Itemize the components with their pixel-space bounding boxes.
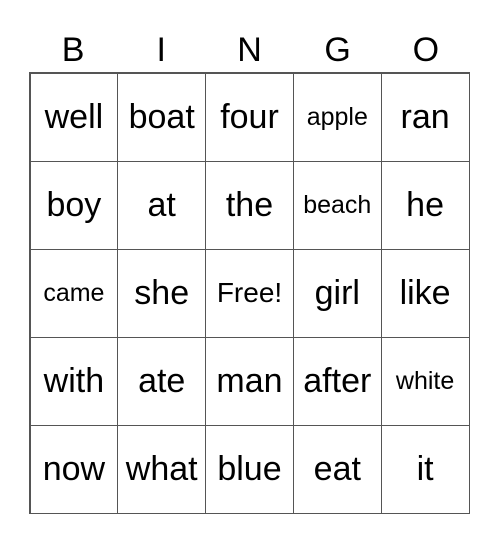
bingo-cell[interactable]: she <box>117 248 207 338</box>
bingo-cell[interactable]: white <box>380 336 470 426</box>
bingo-cell[interactable]: man <box>205 336 294 426</box>
bingo-cell[interactable]: came <box>29 248 119 338</box>
bingo-cell[interactable]: four <box>205 72 294 162</box>
bingo-cell[interactable]: like <box>380 248 470 338</box>
header-letter: I <box>156 31 166 69</box>
header-letter: O <box>412 31 440 69</box>
bingo-cell[interactable]: well <box>29 72 119 162</box>
bingo-cell[interactable]: what <box>117 424 207 514</box>
bingo-cell[interactable]: with <box>29 336 119 426</box>
bingo-card: well boat four apple ran boy at the beac… <box>29 72 470 514</box>
bingo-cell[interactable]: the <box>205 160 294 250</box>
bingo-cell[interactable]: it <box>380 424 470 514</box>
bingo-cell[interactable]: after <box>292 336 382 426</box>
bingo-cell[interactable]: apple <box>292 72 382 162</box>
bingo-cell[interactable]: girl <box>292 248 382 338</box>
free-space-cell[interactable]: Free! <box>205 248 294 338</box>
header-letter: B <box>61 31 85 69</box>
bingo-cell[interactable]: boat <box>117 72 207 162</box>
bingo-cell[interactable]: he <box>380 160 470 250</box>
header-letter: G <box>324 31 351 69</box>
bingo-cell[interactable]: ran <box>380 72 470 162</box>
bingo-cell[interactable]: eat <box>292 424 382 514</box>
bingo-cell[interactable]: now <box>29 424 119 514</box>
bingo-cell[interactable]: boy <box>29 160 119 250</box>
bingo-cell[interactable]: at <box>117 160 207 250</box>
header-letter: N <box>237 31 262 69</box>
bingo-cell[interactable]: blue <box>205 424 294 514</box>
bingo-cell[interactable]: beach <box>292 160 382 250</box>
bingo-cell[interactable]: ate <box>117 336 207 426</box>
bingo-header: B I N G O <box>29 28 470 72</box>
